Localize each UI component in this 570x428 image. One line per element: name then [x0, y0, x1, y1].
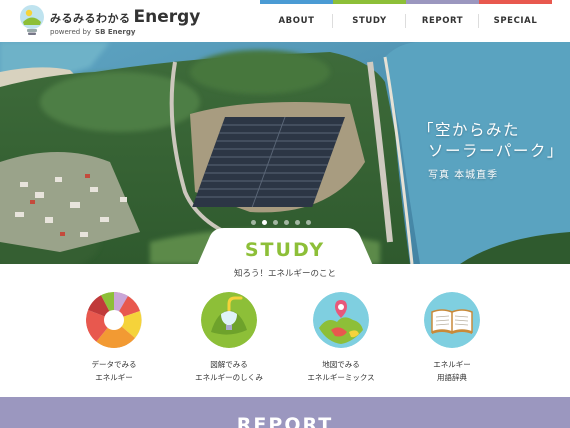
logo-title-en: Energy: [133, 7, 201, 27]
slider-dot[interactable]: [273, 220, 278, 225]
study-item-line1: 地図でみる: [322, 360, 360, 369]
study-item-label: データでみる エネルギー: [59, 358, 169, 384]
report-section: REPORT: [0, 397, 570, 428]
nav-about[interactable]: ABOUT: [260, 0, 333, 42]
hero-caption-line1: 「空からみた: [418, 121, 521, 139]
study-items: データでみる エネルギー 図解でみる エネルギーのしくみ 地図でみる エネルギー…: [76, 291, 496, 384]
study-title: STUDY: [244, 239, 326, 261]
study-item-map[interactable]: 地図でみる エネルギーミックス: [286, 292, 396, 384]
hero-caption-line2: ソーラーパーク」: [428, 142, 564, 160]
study-item-line2: エネルギー: [95, 373, 133, 382]
sb-energy-text: SB Energy: [95, 28, 136, 36]
nav-study-bar: [333, 0, 406, 4]
study-item-label: エネルギー 用語辞典: [397, 358, 507, 384]
study-item-line1: 図解でみる: [210, 360, 248, 369]
study-item-line2: 用語辞典: [437, 373, 467, 382]
nav-special-label: SPECIAL: [493, 16, 538, 26]
study-item-label: 図解でみる エネルギーのしくみ: [174, 358, 284, 384]
logo-powered-by: powered by SB Energy: [50, 28, 135, 36]
nav-special[interactable]: SPECIAL: [479, 0, 552, 42]
nav-about-bar: [260, 0, 333, 4]
study-item-data[interactable]: データでみる エネルギー: [59, 291, 169, 384]
slider-dot[interactable]: [251, 220, 256, 225]
report-title: REPORT: [236, 414, 334, 428]
nav-about-label: ABOUT: [278, 16, 315, 26]
main-nav: ABOUT STUDY REPORT SPECIAL: [260, 0, 552, 42]
nav-study[interactable]: STUDY: [333, 0, 406, 42]
slider-dot[interactable]: [295, 220, 300, 225]
nav-report-bar: [406, 0, 479, 4]
nav-special-bar: [479, 0, 552, 4]
study-item-line1: エネルギー: [433, 360, 471, 369]
study-item-glossary[interactable]: エネルギー 用語辞典: [397, 292, 507, 384]
study-item-line1: データでみる: [91, 360, 137, 369]
powered-by-text: powered by: [50, 28, 92, 36]
pie-chart-icon: [85, 291, 142, 349]
site-header: みるみるわかる Energy powered by SB Energy ABOUT …: [0, 0, 570, 42]
open-book-icon: [424, 292, 480, 348]
logo-title: みるみるわかる Energy: [50, 7, 200, 27]
logo-title-jp: みるみるわかる: [50, 12, 131, 25]
study-item-diagram[interactable]: 図解でみる エネルギーのしくみ: [174, 292, 284, 384]
map-pin-icon: [313, 292, 369, 348]
nav-report[interactable]: REPORT: [406, 0, 479, 42]
study-item-label: 地図でみる エネルギーミックス: [286, 358, 396, 384]
lightbulb-plug-icon: [201, 292, 257, 348]
slider-dots: [251, 220, 311, 225]
study-item-line2: エネルギーミックス: [307, 373, 375, 382]
slider-dot[interactable]: [284, 220, 289, 225]
hero-photo-credit: 写真 本城直季: [428, 170, 499, 181]
site-logo[interactable]: みるみるわかる Energy powered by SB Energy: [18, 4, 200, 38]
slider-dot-active[interactable]: [262, 220, 267, 225]
nav-report-label: REPORT: [421, 16, 464, 26]
hero-caption: 「空からみた ソーラーパーク」 写真 本城直季: [418, 120, 564, 181]
study-item-line2: エネルギーのしくみ: [195, 373, 263, 382]
study-subtitle: 知ろう！エネルギーのこと: [233, 269, 336, 279]
slider-dot[interactable]: [306, 220, 311, 225]
lightbulb-logo-icon: [20, 5, 44, 35]
nav-study-label: STUDY: [352, 16, 387, 26]
